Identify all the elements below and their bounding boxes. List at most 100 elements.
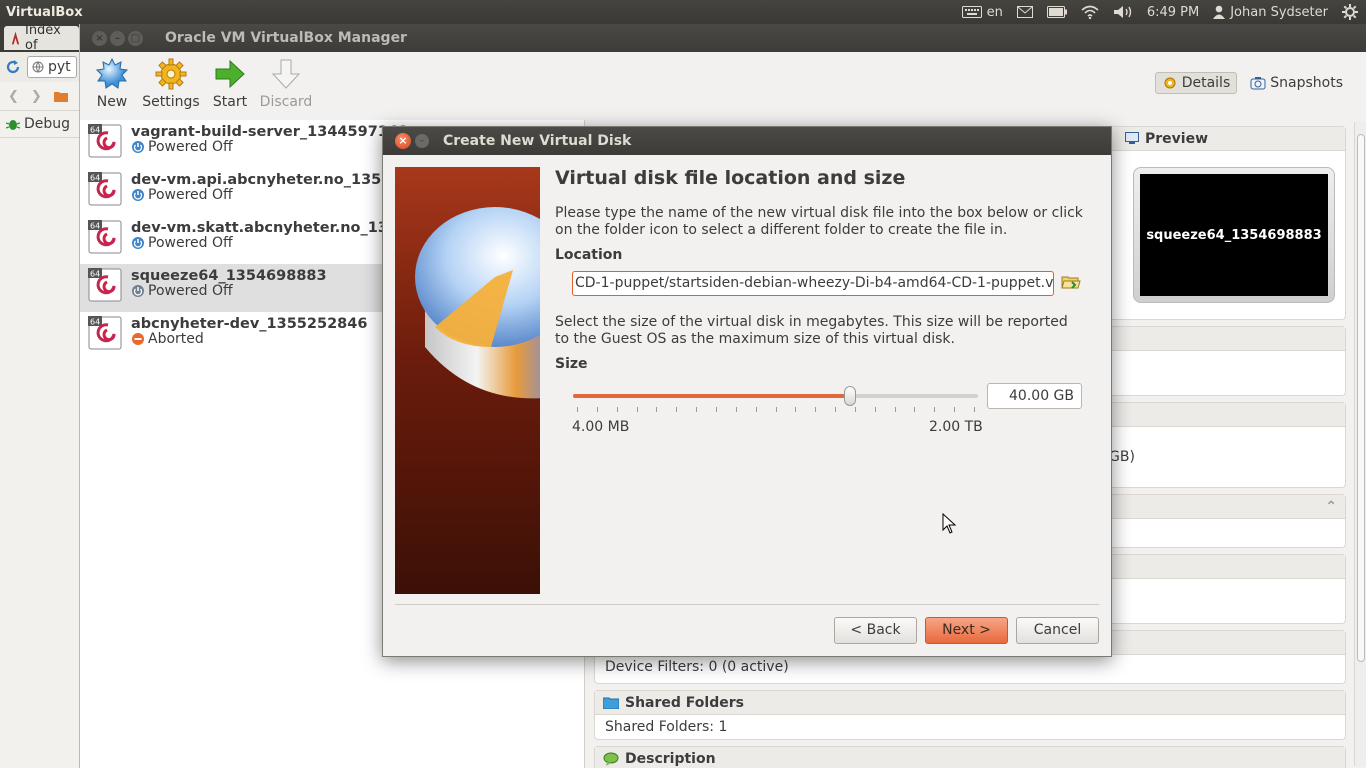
vm-name: squeeze64_1354698883 xyxy=(131,268,327,284)
settings-gear-icon xyxy=(155,58,187,90)
description-section: Description xyxy=(594,746,1346,768)
reload-icon[interactable] xyxy=(5,59,21,75)
folder-open-icon xyxy=(1061,276,1081,289)
slider-tick xyxy=(795,407,796,412)
url-field[interactable]: pyt xyxy=(27,56,77,78)
volume-indicator[interactable] xyxy=(1113,5,1133,19)
keyboard-icon xyxy=(961,6,982,18)
slider-fill xyxy=(573,394,850,398)
usb-filters-text: Device Filters: 0 (0 active) xyxy=(605,659,789,675)
slider-tick xyxy=(835,407,836,412)
slider-tick xyxy=(656,407,657,412)
svg-text:64: 64 xyxy=(90,174,100,183)
gear-icon xyxy=(1342,4,1358,20)
browser-nav-row: ❮ ❯ xyxy=(0,82,79,110)
minimize-icon[interactable]: – xyxy=(415,134,429,148)
user-name: Johan Sydseter xyxy=(1230,4,1328,20)
description-header: Description xyxy=(595,747,1345,768)
back-button[interactable]: < Back xyxy=(834,617,917,644)
forward-arrow-icon[interactable]: ❯ xyxy=(31,89,42,104)
battery-icon xyxy=(1046,6,1067,18)
location-input[interactable]: CD-1-puppet/startsiden-debian-wheezy-Di-… xyxy=(572,271,1054,296)
settings-button[interactable]: Settings xyxy=(140,52,202,110)
debian-os-icon: 64 xyxy=(88,220,122,254)
slider-tick xyxy=(736,407,737,412)
wifi-icon xyxy=(1081,5,1099,19)
manager-title: Oracle VM VirtualBox Manager xyxy=(165,30,407,46)
debian-os-icon: 64 xyxy=(88,268,122,302)
vm-name: dev-vm.skatt.abcnyheter.no_1354 xyxy=(131,220,409,236)
maximize-window-button[interactable]: □ xyxy=(128,30,143,46)
preview-screen: squeeze64_1354698883 xyxy=(1140,174,1328,296)
vm-state: Powered Off xyxy=(131,139,408,155)
volume-icon xyxy=(1113,6,1132,18)
power-off-icon xyxy=(132,141,144,153)
browser-url-row: pyt xyxy=(0,52,79,82)
slider-tick xyxy=(756,407,757,412)
mail-indicator[interactable] xyxy=(1016,6,1033,18)
start-button[interactable]: Start xyxy=(202,52,258,110)
chevron-up-icon[interactable]: ⌃ xyxy=(1325,499,1337,515)
slider-tick xyxy=(637,407,638,412)
power-off-icon xyxy=(132,285,144,297)
size-slider[interactable] xyxy=(573,385,978,407)
minimize-window-button[interactable]: – xyxy=(110,30,125,46)
aborted-icon xyxy=(132,333,144,345)
apache-feather-icon xyxy=(11,31,20,45)
details-scrollbar[interactable] xyxy=(1354,122,1366,766)
scrollbar-thumb[interactable] xyxy=(1357,134,1365,662)
cancel-button[interactable]: Cancel xyxy=(1016,617,1099,644)
back-arrow-icon[interactable]: ❮ xyxy=(8,89,19,104)
folder-icon[interactable] xyxy=(53,90,68,102)
choose-folder-button[interactable] xyxy=(1061,273,1081,293)
dialog-title: Create New Virtual Disk xyxy=(443,133,632,149)
slider-tick xyxy=(914,407,915,412)
details-gear-icon xyxy=(1164,77,1176,89)
monitor-icon xyxy=(1125,132,1139,144)
vm-name: abcnyheter-dev_1355252846 xyxy=(131,316,368,332)
tab-details[interactable]: Details xyxy=(1154,72,1238,94)
discard-button[interactable]: Discard xyxy=(258,52,314,110)
size-input[interactable]: 40.00 GB xyxy=(987,383,1082,409)
slider-tick xyxy=(954,407,955,412)
camera-icon xyxy=(1250,77,1266,90)
location-label: Location xyxy=(555,247,623,263)
view-tabs: Details Snapshots xyxy=(1154,72,1350,94)
slider-tick xyxy=(855,407,856,412)
slider-tick xyxy=(776,407,777,412)
bug-icon xyxy=(6,120,20,130)
keyboard-indicator[interactable]: en xyxy=(961,5,1003,20)
vm-state: Powered Off xyxy=(131,235,408,251)
svg-text:64: 64 xyxy=(90,222,100,231)
mouse-cursor-icon xyxy=(942,513,957,534)
wifi-indicator[interactable] xyxy=(1081,5,1099,19)
preview-title: Preview xyxy=(1145,130,1209,147)
vm-state: Aborted xyxy=(131,331,367,347)
shared-folder-icon xyxy=(603,697,619,709)
speech-bubble-icon xyxy=(603,752,619,766)
user-menu[interactable]: Johan Sydseter xyxy=(1213,5,1328,20)
preview-monitor: squeeze64_1354698883 xyxy=(1133,167,1335,303)
close-icon[interactable]: × xyxy=(395,133,411,149)
slider-handle[interactable] xyxy=(844,386,856,406)
battery-indicator[interactable] xyxy=(1046,6,1067,18)
svg-text:64: 64 xyxy=(90,318,100,327)
close-window-button[interactable]: × xyxy=(92,30,107,46)
slider-tick xyxy=(716,407,717,412)
new-vm-button[interactable]: New xyxy=(84,52,140,110)
next-button[interactable]: Next > xyxy=(925,617,1008,644)
vm-state-label: Aborted xyxy=(148,331,204,347)
create-virtual-disk-dialog: × – Create New Virtual Disk Virtual disk… xyxy=(382,126,1112,657)
settings-label: Settings xyxy=(142,94,200,110)
debug-item[interactable]: Debug xyxy=(0,110,79,138)
browser-tab-title: Index of xyxy=(24,23,61,53)
browser-tab[interactable]: Index of xyxy=(4,23,79,53)
clock[interactable]: 6:49 PM xyxy=(1147,5,1199,20)
browser-tab-row: Index of xyxy=(0,23,79,53)
description-title: Description xyxy=(625,750,716,767)
tab-snapshots[interactable]: Snapshots xyxy=(1243,72,1350,94)
shared-folders-section: Shared Folders Shared Folders: 1 xyxy=(594,690,1346,740)
vm-name: dev-vm.api.abcnyheter.no_1350497 xyxy=(131,172,422,188)
session-menu[interactable] xyxy=(1342,4,1358,20)
vm-state-label: Powered Off xyxy=(148,139,233,155)
